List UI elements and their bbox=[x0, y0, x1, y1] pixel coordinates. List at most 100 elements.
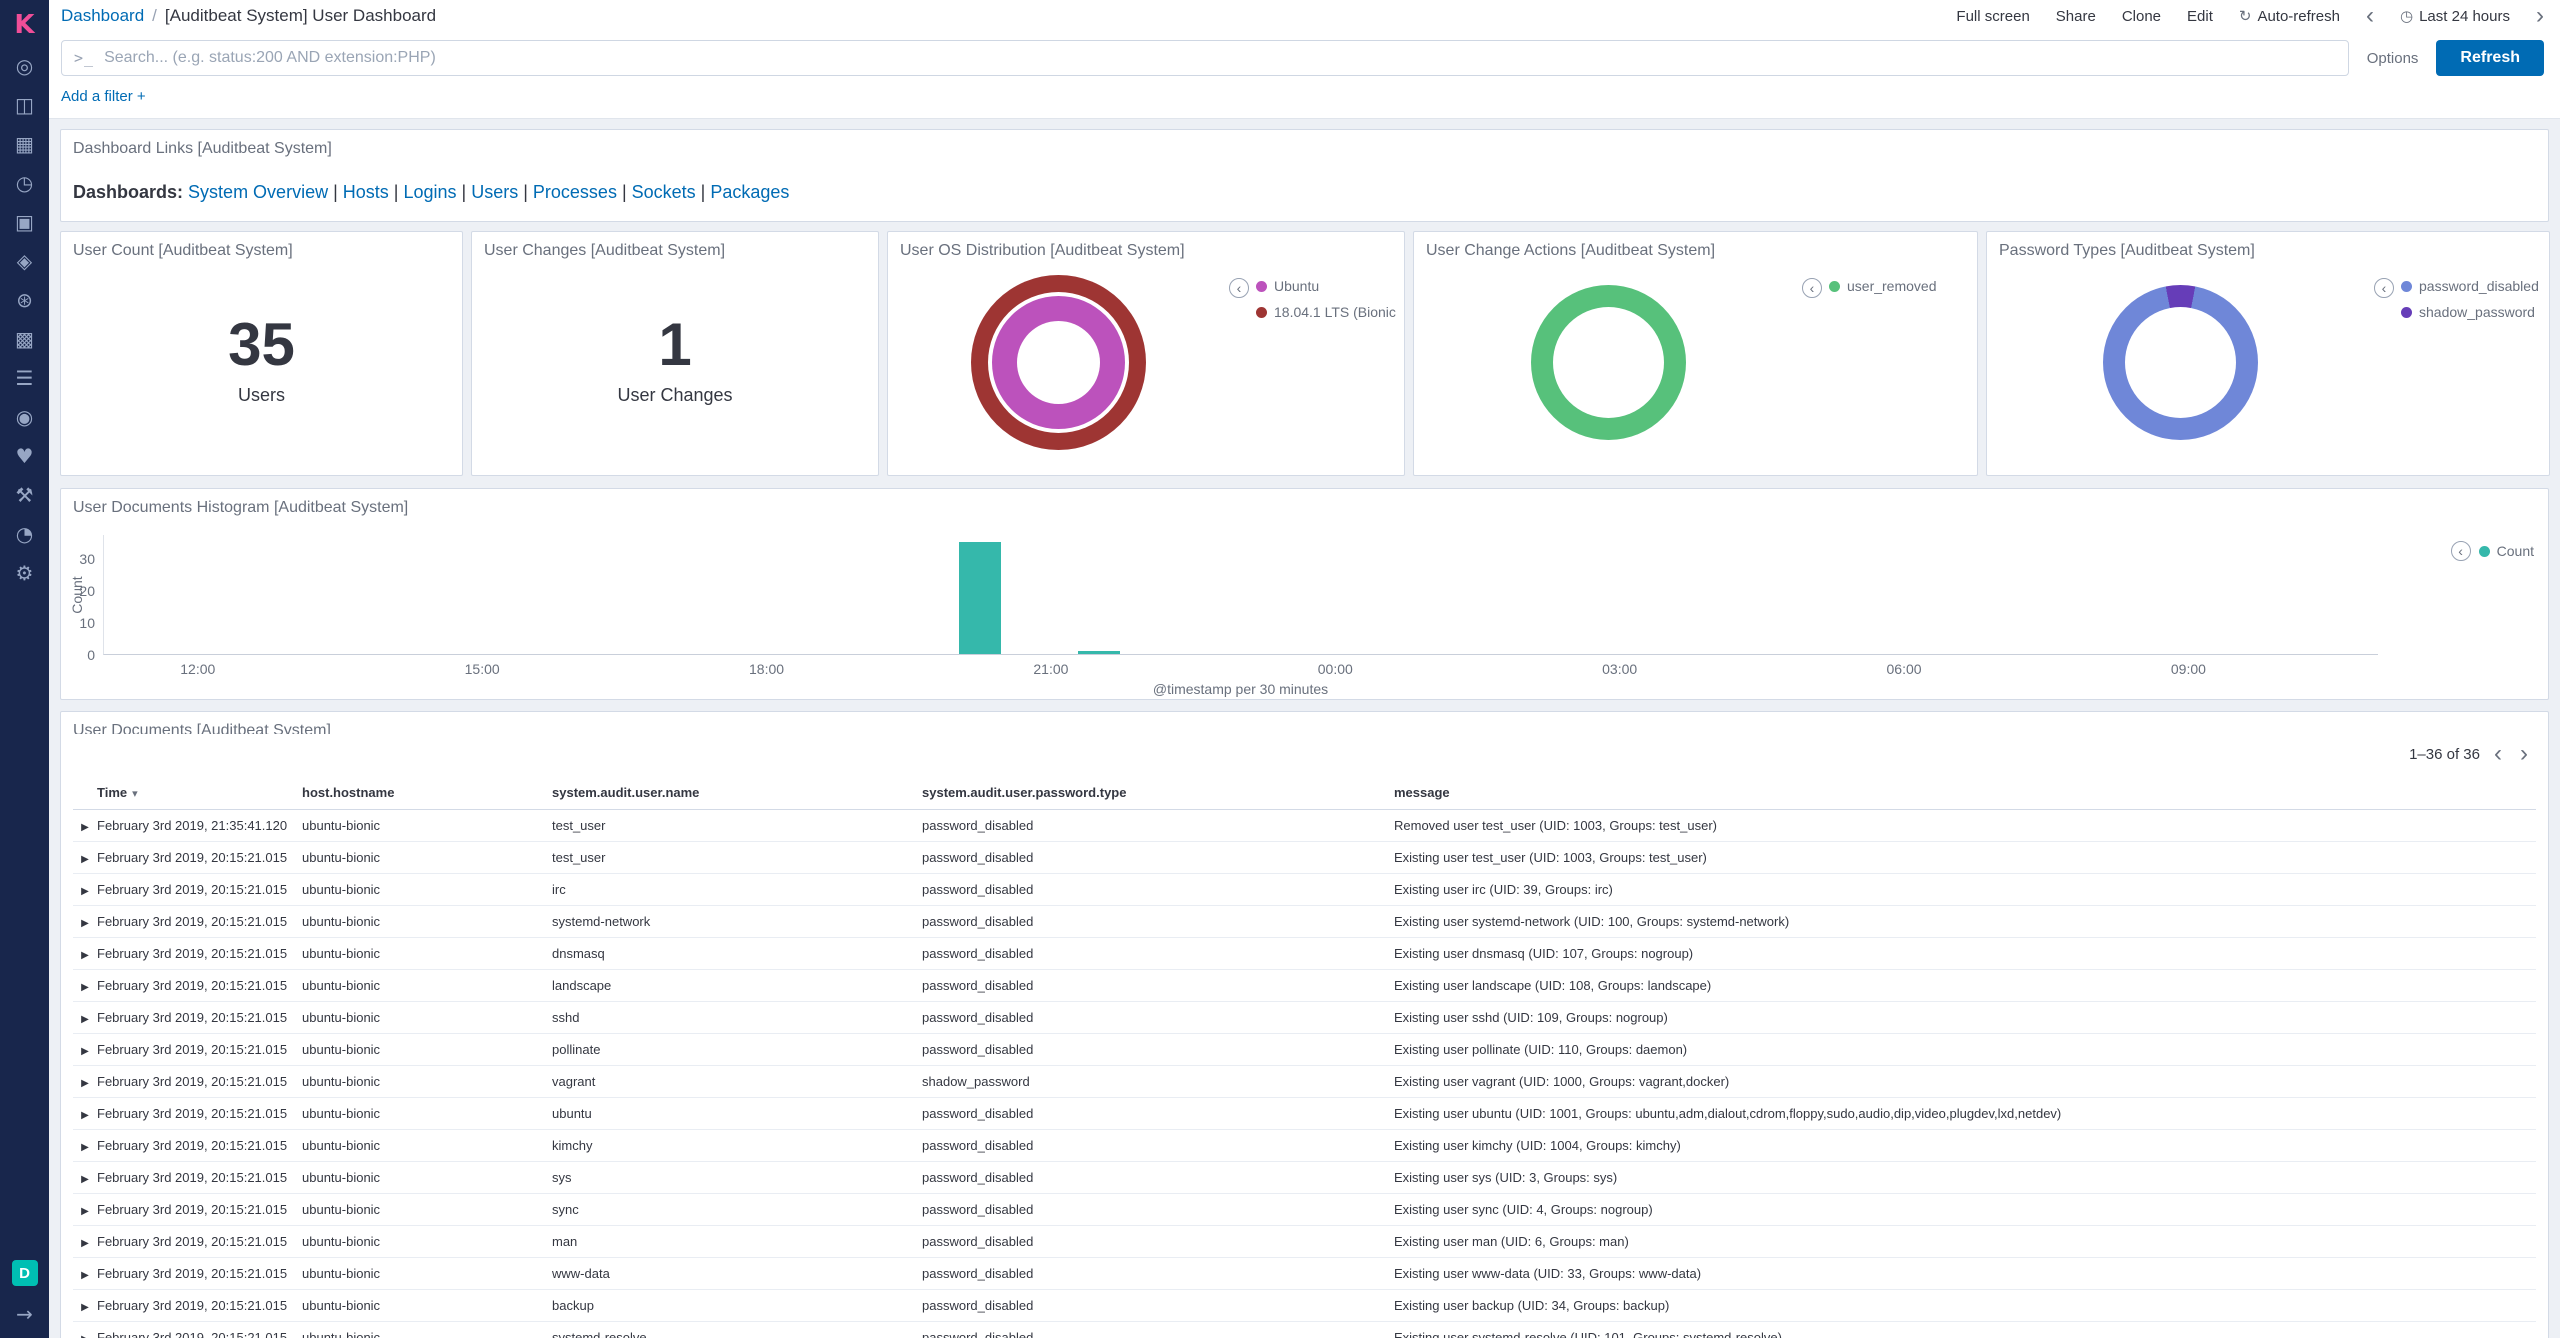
legend-toggle-icon[interactable]: ‹ bbox=[1802, 278, 1822, 298]
timelion-icon[interactable]: ◷ bbox=[16, 173, 33, 193]
table-row: ▶February 3rd 2019, 20:15:21.015ubuntu-b… bbox=[73, 906, 2536, 938]
monitoring-icon[interactable]: ◔ bbox=[16, 524, 33, 544]
expand-cell: ▶ bbox=[73, 906, 97, 938]
legend-toggle-icon[interactable]: ‹ bbox=[2374, 278, 2394, 298]
share-button[interactable]: Share bbox=[2056, 8, 2096, 25]
x-axis-tick: 00:00 bbox=[1318, 661, 1353, 677]
previous-page-button[interactable]: ‹ bbox=[2490, 742, 2506, 766]
legend-list: Ubuntu 18.04.1 LTS (Bionic B... bbox=[1256, 278, 1396, 320]
expand-row-icon[interactable]: ▶ bbox=[81, 950, 89, 961]
uptime-icon[interactable]: ♥ bbox=[16, 446, 34, 466]
expand-cell: ▶ bbox=[73, 1322, 97, 1338]
donut-hole bbox=[2125, 307, 2236, 418]
legend-item-shadow-password[interactable]: shadow_password bbox=[2401, 304, 2539, 320]
management-icon[interactable]: ⚙ bbox=[16, 563, 34, 583]
dashboard-link-hosts[interactable]: Hosts bbox=[343, 182, 389, 202]
change-actions-donut-chart[interactable] bbox=[1531, 285, 1686, 440]
visualize-icon[interactable]: ◫ bbox=[15, 95, 34, 115]
expand-row-icon[interactable]: ▶ bbox=[81, 1270, 89, 1281]
cell-host: ubuntu-bionic bbox=[302, 810, 552, 842]
cell-time: February 3rd 2019, 20:15:21.015 bbox=[97, 1290, 302, 1322]
dashboard-icon[interactable]: ▦ bbox=[15, 134, 34, 154]
next-page-button[interactable]: › bbox=[2516, 742, 2532, 766]
legend-item-password-disabled[interactable]: password_disabled bbox=[2401, 278, 2539, 294]
column-header-time[interactable]: Time▾ bbox=[97, 776, 302, 810]
legend-item-count[interactable]: Count bbox=[2479, 543, 2534, 559]
expand-row-icon[interactable]: ▶ bbox=[81, 1334, 89, 1338]
dashboard-link-logins[interactable]: Logins bbox=[403, 182, 456, 202]
dev-tools-icon[interactable]: ⚒ bbox=[16, 485, 34, 505]
expand-row-icon[interactable]: ▶ bbox=[81, 1206, 89, 1217]
expand-row-icon[interactable]: ▶ bbox=[81, 982, 89, 993]
cell-user: sync bbox=[552, 1194, 922, 1226]
kibana-logo[interactable]: K bbox=[14, 10, 34, 40]
expand-row-icon[interactable]: ▶ bbox=[81, 1238, 89, 1249]
chart-legend: ‹ Ubuntu 18.04.1 LTS (Bionic B... bbox=[1229, 260, 1404, 475]
cell-host: ubuntu-bionic bbox=[302, 1290, 552, 1322]
expand-row-icon[interactable]: ▶ bbox=[81, 1302, 89, 1313]
time-forward-button[interactable]: › bbox=[2536, 4, 2544, 28]
panel-user-changes: User Changes [Auditbeat System] 1 User C… bbox=[471, 231, 879, 476]
search-input[interactable] bbox=[104, 49, 2336, 67]
panel-title: User OS Distribution [Auditbeat System] bbox=[888, 232, 1404, 260]
edit-button[interactable]: Edit bbox=[2187, 8, 2213, 25]
expand-row-icon[interactable]: ▶ bbox=[81, 1142, 89, 1153]
legend-item-user-removed[interactable]: user_removed bbox=[1829, 278, 1937, 294]
refresh-button[interactable]: Refresh bbox=[2436, 40, 2544, 76]
cell-time: February 3rd 2019, 20:15:21.015 bbox=[97, 1194, 302, 1226]
expand-row-icon[interactable]: ▶ bbox=[81, 1014, 89, 1025]
page-title: [Auditbeat System] User Dashboard bbox=[165, 6, 436, 26]
discover-icon[interactable]: ◎ bbox=[16, 56, 33, 76]
panel-user-change-actions: User Change Actions [Auditbeat System] ‹… bbox=[1413, 231, 1978, 476]
expand-row-icon[interactable]: ▶ bbox=[81, 822, 89, 833]
expand-row-icon[interactable]: ▶ bbox=[81, 1046, 89, 1057]
expand-row-icon[interactable]: ▶ bbox=[81, 886, 89, 897]
breadcrumb-dashboard-link[interactable]: Dashboard bbox=[61, 6, 144, 26]
os-distribution-donut-chart[interactable] bbox=[971, 275, 1146, 450]
histogram-bar[interactable] bbox=[1078, 651, 1120, 654]
full-screen-button[interactable]: Full screen bbox=[1956, 8, 2029, 25]
table-row: ▶February 3rd 2019, 20:15:21.015ubuntu-b… bbox=[73, 1226, 2536, 1258]
donut-inner-ring[interactable] bbox=[992, 296, 1125, 429]
auto-refresh-button[interactable]: ↻Auto-refresh bbox=[2239, 7, 2340, 25]
cell-message: Existing user systemd-network (UID: 100,… bbox=[1394, 906, 2536, 938]
legend-toggle-icon[interactable]: ‹ bbox=[2451, 541, 2471, 561]
link-separator: | bbox=[389, 182, 404, 202]
expand-row-icon[interactable]: ▶ bbox=[81, 854, 89, 865]
x-axis-ticks: 12:0015:0018:0021:0000:0003:0006:0009:00 bbox=[103, 661, 2378, 677]
time-back-button[interactable]: ‹ bbox=[2366, 4, 2374, 28]
column-header-system-audit-user-password-type[interactable]: system.audit.user.password.type bbox=[922, 776, 1394, 810]
histogram-bar[interactable] bbox=[959, 542, 1001, 654]
table-row: ▶February 3rd 2019, 20:15:21.015ubuntu-b… bbox=[73, 842, 2536, 874]
cell-time: February 3rd 2019, 20:15:21.015 bbox=[97, 1226, 302, 1258]
expand-row-icon[interactable]: ▶ bbox=[81, 1174, 89, 1185]
legend-item-ubuntu[interactable]: Ubuntu bbox=[1256, 278, 1396, 294]
query-options-link[interactable]: Options bbox=[2367, 50, 2419, 67]
add-filter-link[interactable]: Add a filter + bbox=[61, 88, 146, 105]
column-header-message[interactable]: message bbox=[1394, 776, 2536, 810]
logs-icon[interactable]: ☰ bbox=[16, 368, 34, 388]
dashboard-link-system-overview[interactable]: System Overview bbox=[188, 182, 328, 202]
maps-icon[interactable]: ◈ bbox=[17, 251, 32, 271]
apm-icon[interactable]: ◉ bbox=[16, 407, 33, 427]
space-badge[interactable]: D bbox=[12, 1260, 38, 1286]
collapse-nav-icon[interactable]: → bbox=[16, 1302, 33, 1326]
expand-row-icon[interactable]: ▶ bbox=[81, 1110, 89, 1121]
dashboard-link-processes[interactable]: Processes bbox=[533, 182, 617, 202]
canvas-icon[interactable]: ▣ bbox=[15, 212, 34, 232]
dashboard-link-users[interactable]: Users bbox=[471, 182, 518, 202]
legend-toggle-icon[interactable]: ‹ bbox=[1229, 278, 1249, 298]
infrastructure-icon[interactable]: ▩ bbox=[15, 329, 34, 349]
machine-learning-icon[interactable]: ⊛ bbox=[16, 290, 33, 310]
expand-row-icon[interactable]: ▶ bbox=[81, 918, 89, 929]
password-types-donut-chart[interactable] bbox=[2103, 285, 2258, 440]
expand-row-icon[interactable]: ▶ bbox=[81, 1078, 89, 1089]
dashboard-link-sockets[interactable]: Sockets bbox=[632, 182, 696, 202]
column-header-host-hostname[interactable]: host.hostname bbox=[302, 776, 552, 810]
column-header-system-audit-user-name[interactable]: system.audit.user.name bbox=[552, 776, 922, 810]
dashboard-link-packages[interactable]: Packages bbox=[710, 182, 789, 202]
clone-button[interactable]: Clone bbox=[2122, 8, 2161, 25]
time-picker-button[interactable]: ◷Last 24 hours bbox=[2400, 7, 2510, 25]
legend-item-18-04-1-lts-bionic-b[interactable]: 18.04.1 LTS (Bionic B... bbox=[1256, 304, 1396, 320]
clock-icon: ◷ bbox=[2400, 7, 2413, 25]
